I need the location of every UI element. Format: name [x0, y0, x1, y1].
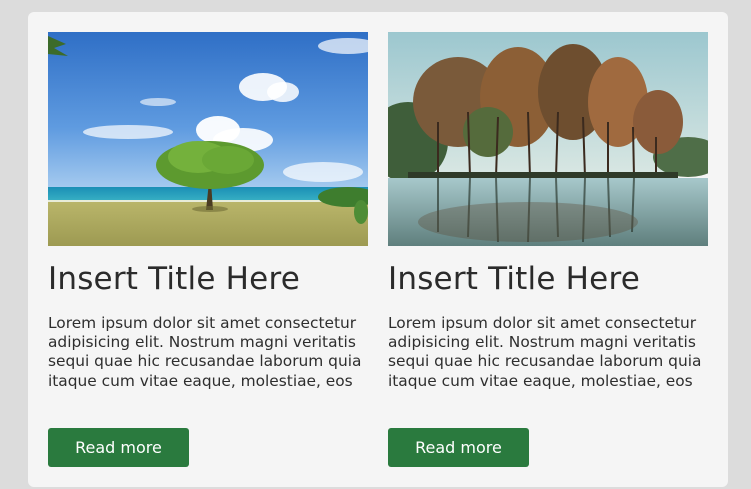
beach-tree-image [48, 32, 368, 246]
cards-panel: Insert Title Here Lorem ipsum dolor sit … [28, 12, 728, 487]
lake-trees-image [388, 32, 708, 246]
card-title: Insert Title Here [388, 261, 640, 297]
card-1: Insert Title Here Lorem ipsum dolor sit … [48, 32, 368, 467]
card-title: Insert Title Here [48, 261, 300, 297]
read-more-button[interactable]: Read more [48, 428, 189, 467]
card-description: Lorem ipsum dolor sit amet consectetur a… [388, 314, 702, 390]
card-2: Insert Title Here Lorem ipsum dolor sit … [388, 32, 708, 467]
read-more-button[interactable]: Read more [388, 428, 529, 467]
card-description: Lorem ipsum dolor sit amet consectetur a… [48, 314, 362, 390]
